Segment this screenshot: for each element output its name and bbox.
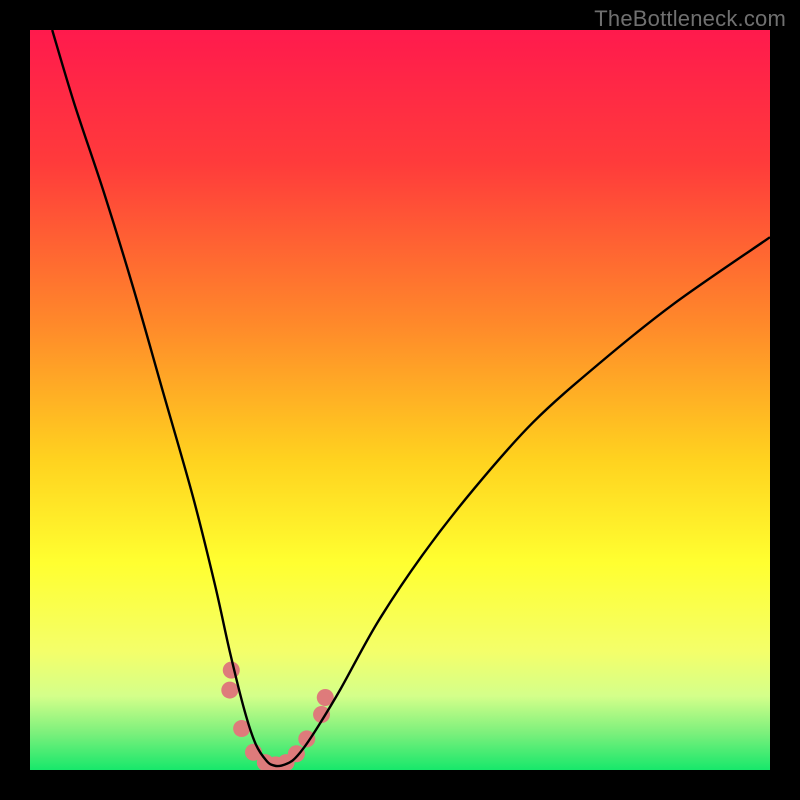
plot-area xyxy=(30,30,770,770)
gradient-background xyxy=(30,30,770,770)
chart-svg xyxy=(30,30,770,770)
watermark-text: TheBottleneck.com xyxy=(594,6,786,32)
valley-marker-dot xyxy=(223,662,240,679)
valley-marker-dot xyxy=(221,682,238,699)
chart-container: TheBottleneck.com xyxy=(0,0,800,800)
